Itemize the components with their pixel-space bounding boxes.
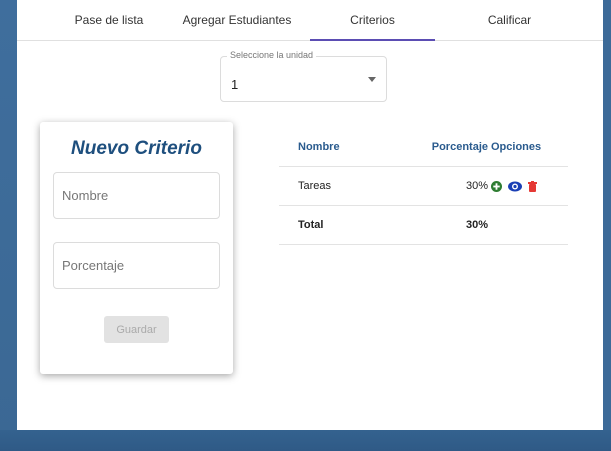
tab-calificar[interactable]: Calificar bbox=[447, 0, 572, 40]
background-bottom bbox=[0, 430, 611, 451]
row-percent: 30% bbox=[465, 180, 488, 192]
row-actions bbox=[491, 167, 537, 205]
header-options: Opciones bbox=[491, 141, 542, 153]
eye-icon[interactable] bbox=[508, 181, 522, 192]
tab-agregar-estudiantes[interactable]: Agregar Estudiantes bbox=[172, 0, 302, 40]
criteria-table: Nombre Porcentaje Opciones Tareas 30% To… bbox=[279, 128, 568, 245]
total-label: Total bbox=[298, 219, 324, 231]
trash-icon[interactable] bbox=[528, 180, 537, 192]
background-left bbox=[0, 0, 17, 451]
percent-field[interactable] bbox=[53, 242, 220, 289]
percent-input[interactable] bbox=[54, 243, 219, 288]
table-total-row: Total 30% bbox=[279, 206, 568, 245]
unit-select[interactable]: Seleccione la unidad 1 bbox=[220, 50, 387, 102]
table-row: Tareas 30% bbox=[279, 167, 568, 206]
unit-select-label: Seleccione la unidad bbox=[227, 50, 317, 60]
card-title: Nuevo Criterio bbox=[71, 138, 202, 159]
tab-bar: Pase de lista Agregar Estudiantes Criter… bbox=[17, 0, 603, 41]
header-percent: Porcentaje bbox=[431, 141, 488, 153]
total-percent: 30% bbox=[465, 219, 488, 231]
chevron-down-icon[interactable] bbox=[368, 77, 376, 82]
header-name: Nombre bbox=[298, 141, 340, 153]
main-panel: Pase de lista Agregar Estudiantes Criter… bbox=[17, 0, 603, 430]
name-field[interactable] bbox=[53, 172, 220, 219]
row-name: Tareas bbox=[298, 180, 332, 192]
unit-select-value: 1 bbox=[231, 77, 239, 92]
tab-criterios[interactable]: Criterios bbox=[310, 0, 435, 41]
add-icon[interactable] bbox=[491, 180, 502, 192]
tab-pase-de-lista[interactable]: Pase de lista bbox=[49, 0, 169, 40]
background-right bbox=[603, 0, 611, 451]
table-header: Nombre Porcentaje Opciones bbox=[279, 128, 568, 167]
new-criterion-card: Nuevo Criterio Guardar bbox=[40, 122, 233, 374]
name-input[interactable] bbox=[54, 173, 219, 218]
save-button[interactable]: Guardar bbox=[104, 316, 169, 343]
